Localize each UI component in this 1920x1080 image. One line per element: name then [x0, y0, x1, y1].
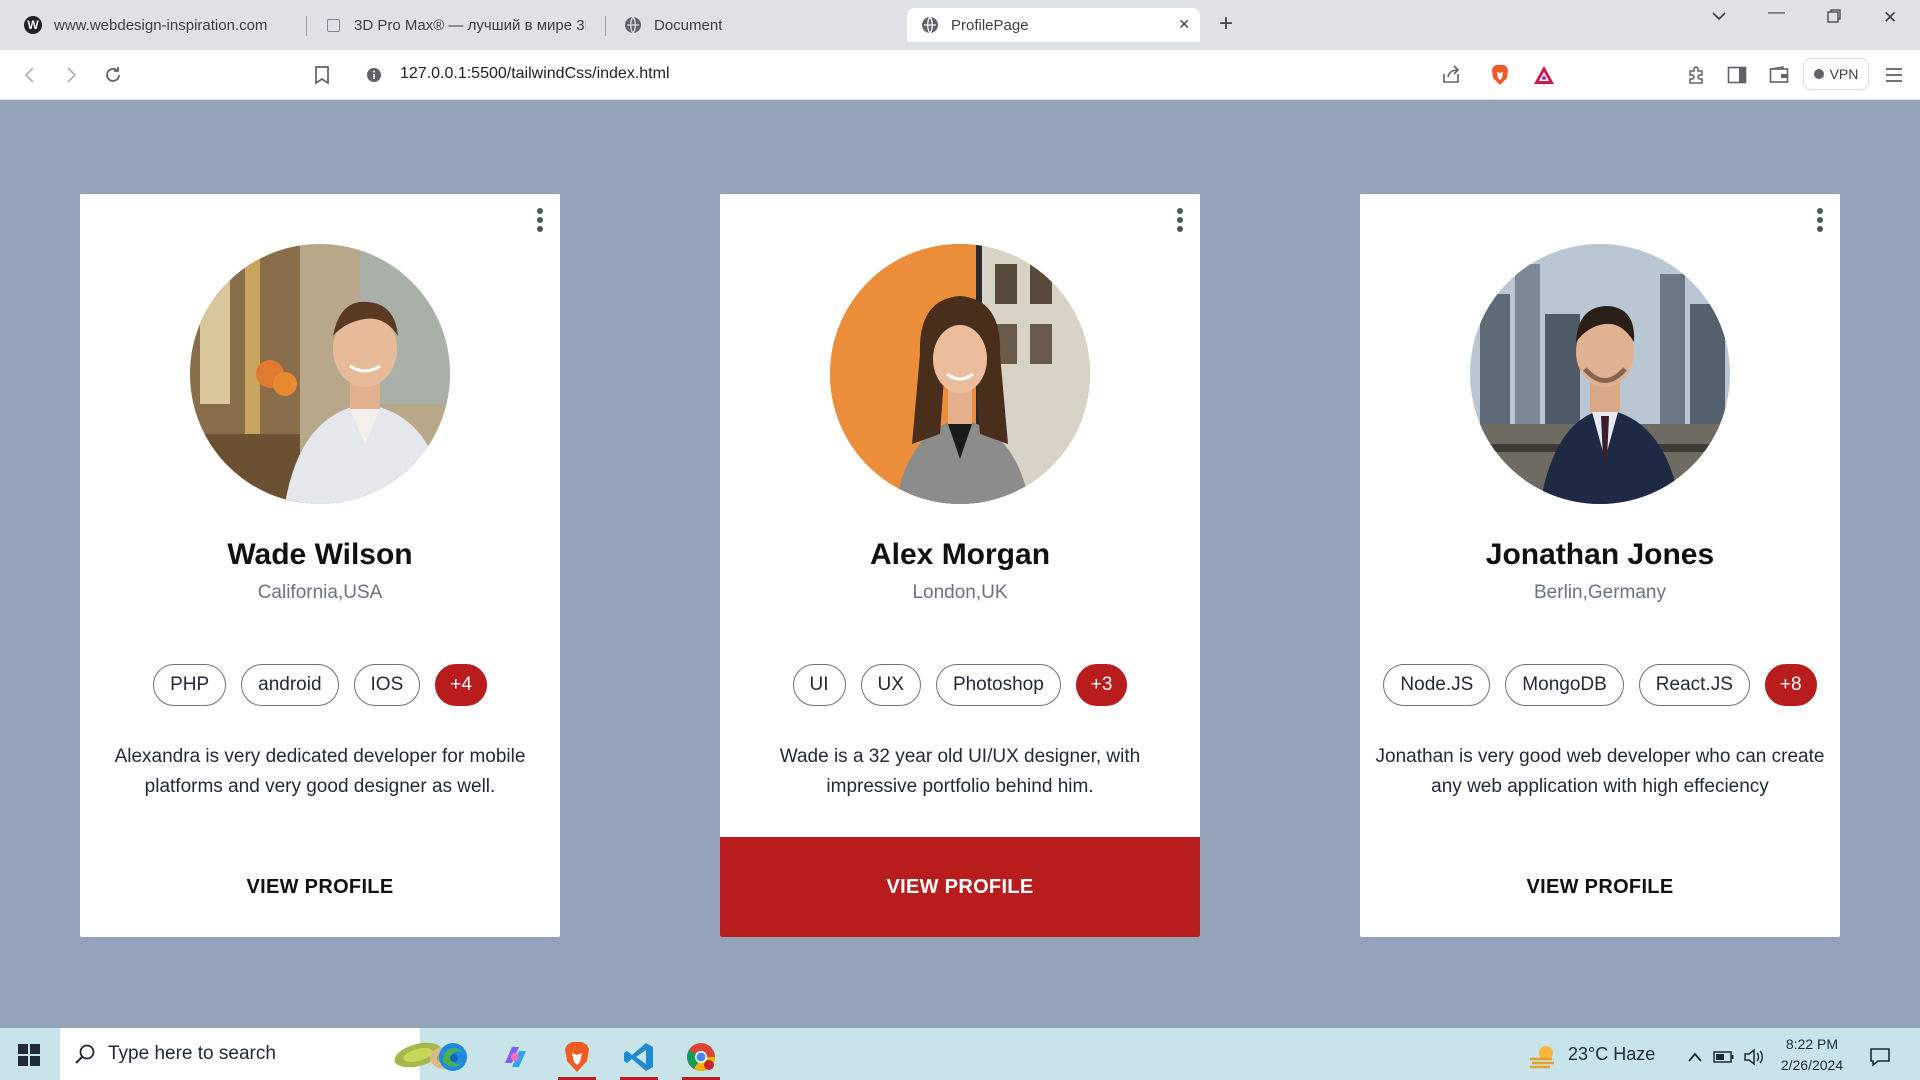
edge-icon[interactable] [430, 1034, 476, 1080]
view-profile-button[interactable]: VIEW PROFILE [80, 837, 560, 937]
profile-photo [1470, 244, 1730, 504]
profile-card: Alex Morgan London,UK UI UX Photoshop +3… [720, 194, 1200, 937]
windows-start-icon[interactable] [18, 1044, 40, 1066]
taskbar-search-box[interactable]: Type here to search [60, 1028, 460, 1080]
menu-icon[interactable] [1881, 62, 1907, 88]
w-logo-icon: W [24, 16, 42, 34]
tab-title: ProfilePage [951, 16, 1029, 34]
profile-photo [190, 244, 450, 504]
clock-date: 2/26/2024 [1780, 1057, 1844, 1073]
more-options-icon[interactable] [1814, 202, 1826, 238]
avatar [1470, 244, 1730, 504]
bookmark-icon[interactable] [309, 62, 335, 88]
close-tab-icon[interactable]: ✕ [1178, 16, 1190, 33]
description-line: Jonathan is very good web developer who … [1375, 746, 1825, 767]
weather-text[interactable]: 23°C Haze [1568, 1044, 1655, 1065]
profile-name: Jonathan Jones [1485, 538, 1715, 571]
profile-description: Jonathan is very good web developer who … [1360, 742, 1840, 802]
notifications-icon[interactable] [1857, 1034, 1903, 1080]
tab-document[interactable]: Document [610, 8, 900, 42]
extensions-icon[interactable] [1683, 62, 1709, 88]
maximize-button[interactable] [1826, 8, 1842, 29]
chrome-icon[interactable] [678, 1034, 724, 1080]
search-placeholder: Type here to search [108, 1043, 276, 1064]
description-line: platforms and very good designer as well… [144, 776, 496, 797]
profile-card: Wade Wilson California,USA PHP android I… [80, 194, 560, 937]
profile-description: Alexandra is very dedicated developer fo… [80, 742, 560, 802]
tab-separator [306, 16, 307, 36]
vpn-status-icon [1813, 69, 1824, 79]
skill-tags: UI UX Photoshop +3 [720, 664, 1200, 706]
weather-haze-icon[interactable] [1520, 1034, 1566, 1080]
forward-icon[interactable] [58, 62, 84, 88]
view-profile-button[interactable]: VIEW PROFILE [1360, 837, 1840, 937]
skill-tag[interactable]: Photoshop [935, 664, 1061, 706]
profile-card: Jonathan Jones Berlin,Germany Node.JS Mo… [1360, 194, 1840, 937]
tab-webdesign-inspiration[interactable]: W www.webdesign-inspiration.com [10, 8, 300, 42]
more-skills-badge[interactable]: +4 [435, 664, 487, 706]
wallet-icon[interactable] [1766, 62, 1792, 88]
tab-title: Document [654, 16, 723, 34]
more-skills-badge[interactable]: +3 [1075, 664, 1128, 706]
tab-title: 3D Pro Max® — лучший в мире 3D [354, 16, 586, 34]
system-clock[interactable]: 8:22 PM 2/26/2024 [1757, 1034, 1867, 1076]
copilot-icon[interactable] [492, 1034, 538, 1080]
new-tab-button[interactable]: + [1219, 10, 1233, 38]
brave-shields-icon[interactable] [1487, 62, 1513, 88]
skill-tag[interactable]: MongoDB [1505, 664, 1624, 706]
profile-location: Berlin,Germany [1534, 582, 1666, 603]
brave-rewards-icon[interactable] [1531, 62, 1557, 88]
site-info-icon[interactable] [361, 62, 387, 88]
globe-icon [921, 16, 939, 34]
skill-tag[interactable]: React.JS [1638, 664, 1750, 706]
back-icon[interactable] [17, 62, 43, 88]
tab-title: www.webdesign-inspiration.com [54, 16, 268, 34]
skill-tag[interactable]: android [241, 664, 339, 706]
more-skills-badge[interactable]: +8 [1764, 664, 1817, 706]
tab-separator [605, 16, 606, 36]
browser-toolbar: 127.0.0.1:5500/tailwindCss/index.html VP… [0, 50, 1920, 100]
description-line: any web application with high effeciency [1431, 776, 1769, 797]
more-options-icon[interactable] [1174, 202, 1186, 238]
tab-3d-pro-max[interactable]: 3D Pro Max® — лучший в мире 3D [310, 8, 600, 42]
profile-location: London,UK [912, 582, 1008, 603]
description-line: impressive portfolio behind him. [826, 776, 1094, 797]
vscode-icon[interactable] [616, 1034, 662, 1080]
skill-tag[interactable]: UI [792, 664, 846, 706]
skill-tag[interactable]: UX [860, 664, 921, 706]
share-icon[interactable] [1438, 62, 1464, 88]
profile-name: Wade Wilson [227, 538, 413, 571]
avatar [190, 244, 450, 504]
vpn-button[interactable]: VPN [1803, 58, 1869, 90]
close-window-button[interactable]: ✕ [1883, 8, 1897, 28]
search-icon [75, 1044, 95, 1064]
clock-time: 8:22 PM [1785, 1036, 1839, 1052]
reload-icon[interactable] [100, 62, 126, 88]
tab-search-chevron-icon[interactable] [1711, 8, 1727, 29]
taskbar: Type here to search 23°C Haze 8:22 PM 2/… [0, 1028, 1920, 1080]
vpn-label: VPN [1829, 66, 1859, 82]
tab-profilepage[interactable]: ProfilePage ✕ [907, 8, 1200, 42]
tab-strip: W www.webdesign-inspiration.com 3D Pro M… [0, 0, 1920, 50]
view-profile-button[interactable]: VIEW PROFILE [720, 837, 1200, 937]
description-line: Wade is a 32 year old UI/UX designer, wi… [779, 746, 1141, 767]
skill-tag[interactable]: Node.JS [1383, 664, 1491, 706]
url-text[interactable]: 127.0.0.1:5500/tailwindCss/index.html [400, 65, 670, 83]
skill-tags: PHP android IOS +4 [80, 664, 560, 706]
more-options-icon[interactable] [534, 202, 546, 238]
skill-tag[interactable]: PHP [153, 664, 227, 706]
profile-location: California,USA [257, 582, 383, 603]
skill-tags: Node.JS MongoDB React.JS +8 [1360, 664, 1840, 706]
avatar [830, 244, 1090, 504]
profile-description: Wade is a 32 year old UI/UX designer, wi… [720, 742, 1200, 802]
page-icon [324, 16, 342, 34]
description-line: Alexandra is very dedicated developer fo… [114, 746, 526, 767]
profile-photo [830, 244, 1090, 504]
sidebar-icon[interactable] [1724, 62, 1750, 88]
skill-tag[interactable]: IOS [353, 664, 421, 706]
minimize-button[interactable]: — [1768, 2, 1785, 22]
globe-icon [624, 16, 642, 34]
brave-browser-icon[interactable] [554, 1034, 600, 1080]
profile-name: Alex Morgan [869, 538, 1051, 571]
